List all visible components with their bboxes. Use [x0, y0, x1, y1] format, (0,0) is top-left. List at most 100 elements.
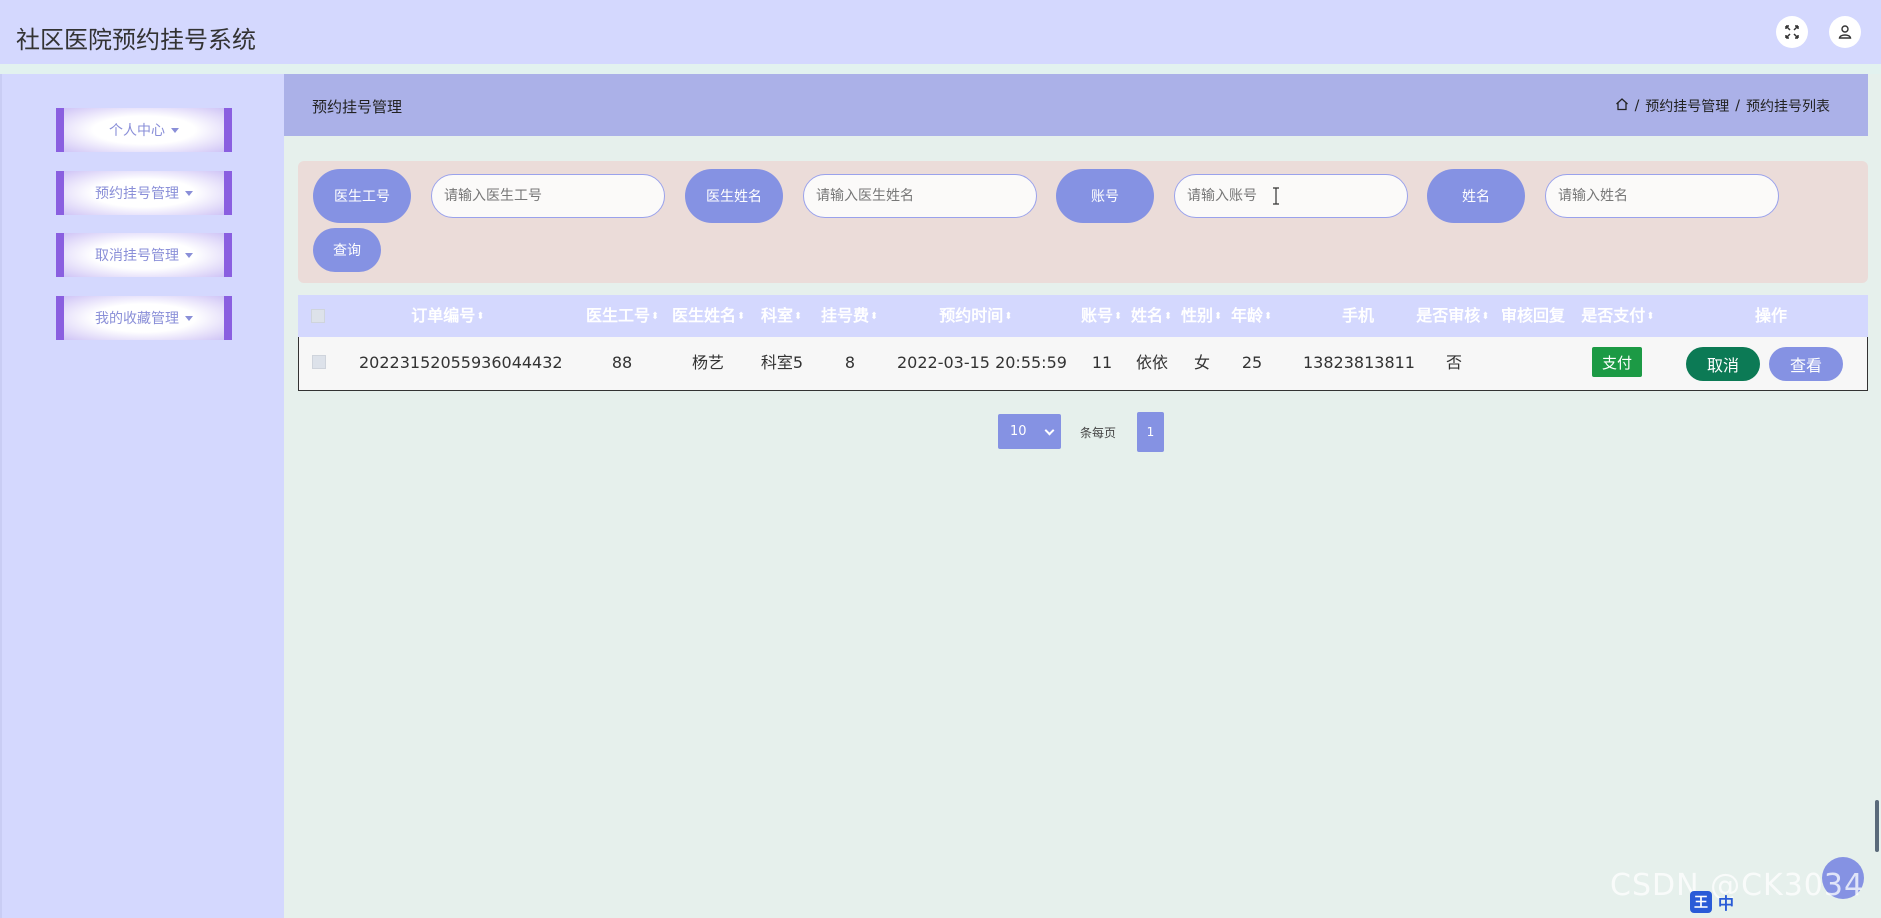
sort-icon[interactable]: ⬍ [651, 311, 659, 322]
sort-icon[interactable]: ⬍ [1214, 311, 1222, 322]
doctor-name: 杨艺 [691, 353, 724, 372]
sidebar-item-label: 个人中心 [109, 123, 165, 139]
sort-icon[interactable]: ⬍ [1004, 311, 1012, 322]
sort-icon[interactable]: ⬍ [737, 311, 745, 322]
content-header: 预约挂号管理 / 预约挂号管理 / 预约挂号列表 [284, 74, 1868, 136]
table-header: 订单编号⬍ 医生工号⬍ 医生姓名⬍ 科室⬍ 挂号费⬍ 预约时间⬍ 账号⬍ 姓名⬍… [298, 295, 1868, 337]
column-label: 审核回复 [1501, 306, 1566, 325]
sidebar-item-appointment-management[interactable]: 预约挂号管理 [56, 171, 232, 215]
sidebar-item-label: 预约挂号管理 [95, 186, 179, 202]
doctor-name-input[interactable] [803, 174, 1037, 218]
cancel-button[interactable]: 取消 [1686, 347, 1760, 381]
breadcrumb-separator: / [1634, 98, 1640, 114]
column-header[interactable]: 预约时间⬍ [931, 295, 1021, 337]
sidebar-item-label: 取消挂号管理 [95, 248, 179, 264]
gender: 女 [1193, 353, 1210, 372]
sort-icon[interactable]: ⬍ [794, 311, 802, 322]
scrollbar[interactable] [1875, 800, 1879, 852]
chevron-down-icon [1044, 425, 1055, 436]
column-header[interactable]: 订单编号⬍ [368, 295, 528, 337]
breadcrumb-separator: / [1735, 98, 1740, 114]
column-header[interactable]: 挂号费⬍ [821, 295, 878, 337]
registration-fee: 8 [844, 353, 856, 372]
sort-icon[interactable]: ⬍ [1114, 311, 1122, 322]
column-header[interactable]: 医生工号⬍ [586, 295, 659, 337]
review-reply [1502, 337, 1566, 389]
page-title: 预约挂号管理 [312, 98, 403, 116]
sort-icon[interactable]: ⬍ [1646, 311, 1654, 322]
doctor-id: 88 [611, 353, 633, 372]
view-button[interactable]: 查看 [1769, 347, 1843, 381]
select-all-checkbox[interactable] [311, 309, 325, 323]
sidebar-item-personal-center[interactable]: 个人中心 [56, 108, 232, 152]
fullscreen-icon[interactable] [1776, 16, 1808, 48]
doctor-id-label: 医生工号 [313, 169, 411, 223]
column-header[interactable]: 性别⬍ [1181, 295, 1222, 337]
phone: 13823813811 [1303, 353, 1415, 372]
breadcrumb-item: 预约挂号列表 [1746, 99, 1830, 115]
chevron-down-icon [185, 315, 193, 321]
page-size-value: 10 [1010, 424, 1027, 439]
top-bar: 社区医院预约挂号系统 [0, 0, 1881, 64]
query-button[interactable]: 查询 [313, 228, 381, 272]
breadcrumb-item[interactable]: 预约挂号管理 [1645, 96, 1729, 116]
column-label: 订单编号 [411, 306, 476, 325]
column-header[interactable]: 账号⬍ [1081, 295, 1122, 337]
sort-icon[interactable]: ⬍ [1164, 311, 1172, 322]
text-cursor-icon [1272, 187, 1280, 210]
sidebar: 个人中心 预约挂号管理 取消挂号管理 我的收藏管理 [0, 74, 284, 918]
app-title: 社区医院预约挂号系统 [16, 26, 256, 54]
column-label: 医生姓名 [672, 306, 737, 325]
patient-name: 依依 [1135, 353, 1168, 372]
doctor-name-label: 医生姓名 [685, 169, 783, 223]
appointment-table: 订单编号⬍ 医生工号⬍ 医生姓名⬍ 科室⬍ 挂号费⬍ 预约时间⬍ 账号⬍ 姓名⬍… [298, 295, 1868, 391]
sort-icon[interactable]: ⬍ [870, 311, 878, 322]
breadcrumb: / 预约挂号管理 / 预约挂号列表 [1615, 96, 1830, 116]
column-header[interactable]: 是否支付⬍ [1581, 295, 1655, 337]
department: 科室5 [760, 353, 804, 372]
column-label: 操作 [1754, 306, 1787, 325]
column-header[interactable]: 姓名⬍ [1131, 295, 1172, 337]
sort-icon[interactable]: ⬍ [1264, 311, 1272, 322]
watermark: CSDN @CK3034 [1610, 868, 1865, 903]
sidebar-item-favorites-management[interactable]: 我的收藏管理 [56, 296, 232, 340]
column-header[interactable]: 医生姓名⬍ [672, 295, 745, 337]
review-status: 否 [1445, 353, 1462, 372]
name-input[interactable] [1545, 174, 1779, 218]
pay-button[interactable]: 支付 [1592, 347, 1642, 377]
order-number: 20223152055936044432 [359, 353, 563, 372]
row-checkbox[interactable] [312, 355, 326, 369]
home-icon[interactable] [1615, 97, 1629, 115]
appointment-time: 2022-03-15 20:55:59 [897, 353, 1067, 372]
account-input[interactable] [1174, 174, 1408, 218]
page-number[interactable]: 1 [1137, 412, 1164, 452]
column-header: 审核回复 [1501, 295, 1565, 337]
column-header[interactable]: 科室⬍ [761, 295, 802, 337]
page-size-select[interactable]: 10 [998, 414, 1061, 449]
menu-inner: 预约挂号管理 [64, 171, 224, 215]
sort-icon[interactable]: ⬍ [476, 311, 484, 322]
chevron-down-icon [185, 190, 193, 196]
name-label: 姓名 [1427, 169, 1525, 223]
user-icon[interactable] [1829, 16, 1861, 48]
page-size-suffix: 条每页 [1080, 426, 1117, 440]
column-header: 操作 [1746, 295, 1796, 337]
column-header[interactable]: 是否审核⬍ [1416, 295, 1490, 337]
ime-toolbar[interactable]: 王 中 [1690, 890, 1734, 914]
menu-inner: 个人中心 [64, 108, 224, 152]
column-header[interactable]: 年龄⬍ [1231, 295, 1272, 337]
ime-mode[interactable]: 中 [1718, 890, 1734, 914]
sidebar-item-label: 我的收藏管理 [95, 311, 179, 327]
ime-logo-icon[interactable]: 王 [1690, 891, 1712, 913]
sidebar-item-cancel-management[interactable]: 取消挂号管理 [56, 233, 232, 277]
column-label: 性别 [1181, 306, 1214, 325]
column-label: 账号 [1081, 306, 1114, 325]
menu-inner: 取消挂号管理 [64, 233, 224, 277]
column-label: 医生工号 [586, 306, 651, 325]
account: 11 [1091, 353, 1113, 372]
account-label: 账号 [1056, 169, 1154, 223]
sort-icon[interactable]: ⬍ [1481, 311, 1489, 322]
doctor-id-input[interactable] [431, 174, 665, 218]
column-label: 科室 [761, 306, 794, 325]
chevron-down-icon [185, 252, 193, 258]
